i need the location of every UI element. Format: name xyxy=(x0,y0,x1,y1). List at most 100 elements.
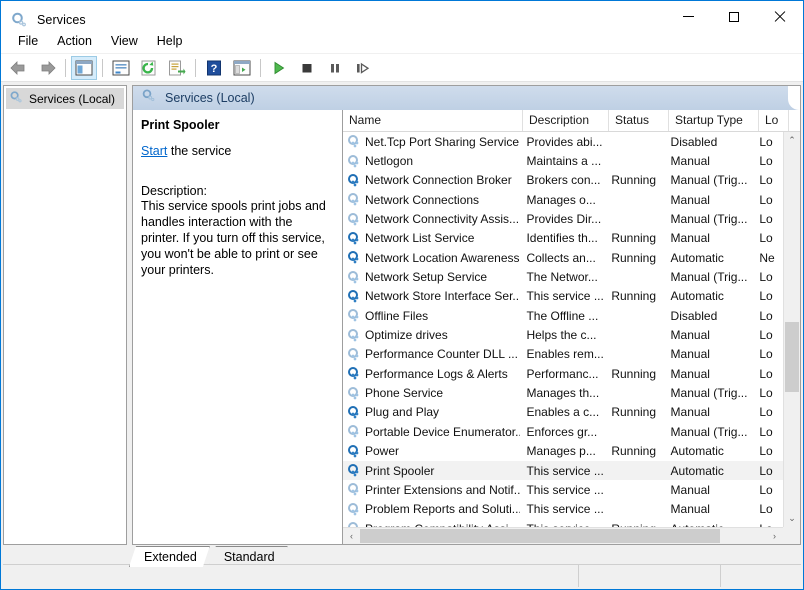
table-row[interactable]: Network Store Interface Ser... This servi… xyxy=(343,287,783,306)
cell-status: Running xyxy=(611,173,657,188)
table-row[interactable]: Network List Service Identifies th... Runn… xyxy=(343,229,783,248)
cell-startup: Manual xyxy=(670,482,710,497)
menu-file[interactable]: File xyxy=(9,31,47,51)
menu-action[interactable]: Action xyxy=(48,31,101,51)
scroll-up-arrow-icon[interactable]: ⌃ xyxy=(784,132,800,149)
cell-name: Problem Reports and Soluti... xyxy=(343,502,520,516)
service-name-label: Print Spooler xyxy=(365,463,435,478)
back-arrow-icon[interactable] xyxy=(6,56,32,80)
service-gear-icon xyxy=(347,425,360,439)
forward-arrow-icon[interactable] xyxy=(34,56,60,80)
table-row[interactable]: Plug and Play Enables a c... Running Manual… xyxy=(343,403,783,422)
table-row[interactable]: Phone Service Manages th... Manual (Trig..… xyxy=(343,383,783,402)
horizontal-scroll-thumb[interactable] xyxy=(360,529,720,543)
service-gear-icon xyxy=(347,367,360,381)
show-action-pane-icon[interactable] xyxy=(229,56,255,80)
service-gear-icon xyxy=(347,193,360,207)
cell-description: Enforces gr... xyxy=(526,424,598,439)
services-list-rows: Net.Tcp Port Sharing Service Provides abi… xyxy=(343,132,783,527)
service-gear-icon xyxy=(347,231,360,245)
table-row[interactable]: Offline Files The Offline ... Disabled Lo xyxy=(343,306,783,325)
table-row[interactable]: Net.Tcp Port Sharing Service Provides abi… xyxy=(343,132,783,151)
cell-description: This service ... xyxy=(526,502,604,517)
cell-startup: Automatic xyxy=(670,444,724,459)
cell-description: Helps the c... xyxy=(526,328,597,343)
list-column-headers: Name ⌃ Description Status Startup Type Lo xyxy=(343,110,800,132)
stop-service-icon[interactable] xyxy=(294,56,320,80)
maximize-icon xyxy=(729,11,739,22)
table-row[interactable]: Power Manages p... Running Automatic Lo xyxy=(343,442,783,461)
export-list-icon[interactable] xyxy=(164,56,190,80)
vertical-scrollbar[interactable]: ⌃ ⌄ xyxy=(783,132,800,527)
restart-service-icon[interactable] xyxy=(350,56,376,80)
maximize-button[interactable] xyxy=(711,1,757,32)
table-row[interactable]: Network Setup Service The Networ... Manual… xyxy=(343,267,783,286)
service-name-label: Optimize drives xyxy=(365,328,448,343)
table-row[interactable]: Network Connectivity Assis... Provides Di… xyxy=(343,209,783,228)
cell-logon: Lo xyxy=(759,424,773,439)
menu-help[interactable]: Help xyxy=(148,31,192,51)
window-title: Services xyxy=(37,13,86,27)
table-row[interactable]: Network Connections Manages o... Manual Lo xyxy=(343,190,783,209)
column-header-name[interactable]: Name ⌃ xyxy=(343,110,523,131)
table-row[interactable]: Optimize drives Helps the c... Manual Lo xyxy=(343,325,783,344)
table-row[interactable]: Performance Counter DLL ... Enables rem..… xyxy=(343,345,783,364)
table-row[interactable]: Printer Extensions and Notif... This serv… xyxy=(343,480,783,499)
start-service-icon[interactable] xyxy=(266,56,292,80)
table-row[interactable]: Netlogon Maintains a ... Manual Lo xyxy=(343,151,783,170)
column-header-startup[interactable]: Startup Type xyxy=(669,110,759,131)
refresh-icon[interactable] xyxy=(136,56,162,80)
tree-node-label: Services (Local) xyxy=(29,91,116,106)
scroll-down-arrow-icon[interactable]: ⌄ xyxy=(784,510,800,527)
column-header-description[interactable]: Description xyxy=(523,110,609,131)
show-hide-console-tree-icon[interactable] xyxy=(71,55,97,80)
column-header-label: Startup Type xyxy=(675,113,743,127)
properties-icon[interactable] xyxy=(108,56,134,80)
cell-description: Maintains a ... xyxy=(526,154,602,169)
cell-logon: Lo xyxy=(759,270,773,285)
cell-name: Phone Service xyxy=(343,386,520,400)
cell-description: Provides Dir... xyxy=(526,212,602,227)
help-icon[interactable]: ? xyxy=(201,56,227,80)
service-gear-icon xyxy=(347,405,360,419)
close-button[interactable] xyxy=(757,1,803,32)
table-row[interactable]: Portable Device Enumerator... Enforces gr… xyxy=(343,422,783,441)
scroll-right-arrow-icon[interactable]: › xyxy=(766,528,783,544)
service-name-label: Printer Extensions and Notif... xyxy=(365,482,521,497)
minimize-button[interactable] xyxy=(665,1,711,32)
column-header-label: Status xyxy=(615,113,650,127)
close-icon xyxy=(774,11,786,23)
table-row[interactable]: Print Spooler This service ... Automatic Lo xyxy=(343,460,783,481)
column-header-label: Lo xyxy=(765,113,779,127)
cell-name: Plug and Play xyxy=(343,405,520,419)
pause-service-icon[interactable] xyxy=(322,56,348,80)
service-gear-icon xyxy=(347,154,360,168)
column-header-status[interactable]: Status xyxy=(609,110,669,131)
service-gear-icon xyxy=(347,173,360,187)
table-row[interactable]: Network Location Awareness Collects an...… xyxy=(343,248,783,267)
column-header-logon[interactable]: Lo xyxy=(759,110,789,131)
tab-extended[interactable]: Extended xyxy=(129,546,210,567)
cell-status: Running xyxy=(611,289,657,304)
menu-bar: File Action View Help xyxy=(1,29,803,53)
service-name-label: Netlogon xyxy=(365,154,414,169)
table-row[interactable]: Program Compatibility Assi...This servic… xyxy=(343,519,783,527)
horizontal-scrollbar[interactable]: ‹ › xyxy=(343,527,783,544)
cell-startup: Manual xyxy=(670,502,710,517)
svg-text:?: ? xyxy=(211,63,218,75)
table-row[interactable]: Network Connection Broker Brokers con... R… xyxy=(343,171,783,190)
cell-name: Performance Logs & Alerts xyxy=(343,367,520,381)
cell-startup: Manual (Trig... xyxy=(670,386,748,401)
table-row[interactable]: Performance Logs & Alerts Performanc... Ru… xyxy=(343,364,783,383)
column-header-label: Description xyxy=(529,113,590,127)
tree-node-services-local[interactable]: Services (Local) xyxy=(6,88,124,109)
vertical-scroll-thumb[interactable] xyxy=(785,322,799,392)
main-content: Services (Local) Services (Local) Print … xyxy=(3,85,801,545)
cell-logon: Lo xyxy=(759,134,773,149)
start-service-link[interactable]: Start xyxy=(141,144,167,158)
cell-logon: Lo xyxy=(759,386,773,401)
menu-view[interactable]: View xyxy=(102,31,147,51)
scroll-left-arrow-icon[interactable]: ‹ xyxy=(343,528,360,544)
cell-name: Printer Extensions and Notif... xyxy=(343,483,520,497)
table-row[interactable]: Problem Reports and Soluti... This servic… xyxy=(343,500,783,519)
